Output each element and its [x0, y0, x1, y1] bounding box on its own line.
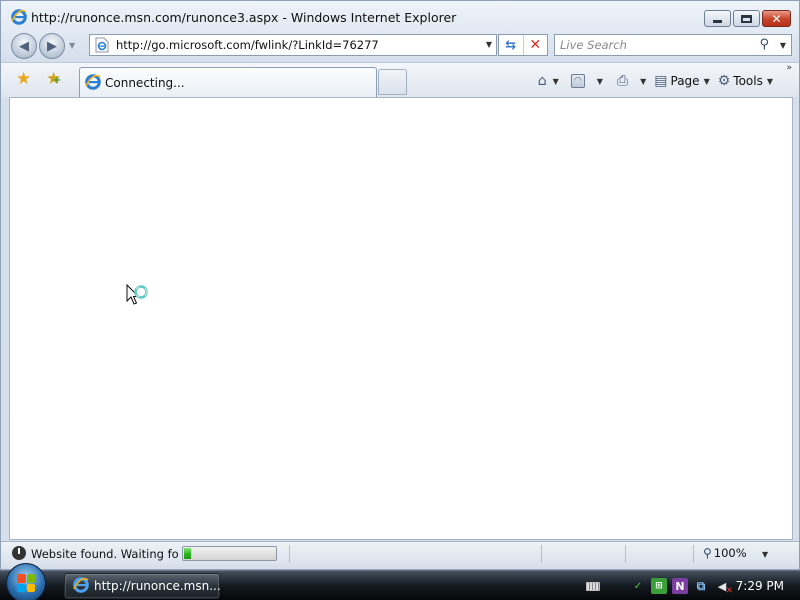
feeds-dropdown-icon[interactable]: ▼	[597, 77, 603, 86]
add-favorites-icon[interactable]: ★ +	[46, 71, 61, 88]
tab-label: Connecting...	[105, 76, 185, 90]
zoom-dropdown-icon[interactable]: ▼	[762, 550, 768, 559]
search-icon[interactable]: ⚲	[759, 37, 769, 52]
zoom-control[interactable]: ⚲ 100%	[703, 546, 747, 560]
volume-muted-icon[interactable]: ◀ ✕	[714, 578, 733, 597]
page-icon: ▤	[654, 73, 668, 89]
navigation-bar: ◀ ▶ ▼ ▼ ⇆ ✕ ⚲ ▼	[1, 32, 799, 60]
windows-update-icon[interactable]: ⊞	[651, 578, 667, 594]
refresh-icon[interactable]: ⇆	[499, 35, 524, 55]
stop-icon[interactable]: ✕	[524, 35, 548, 55]
ie-icon	[85, 73, 101, 93]
tab-connecting[interactable]: Connecting...	[79, 67, 377, 98]
zoom-level: 100%	[713, 546, 747, 560]
zoom-icon: ⚲	[703, 546, 712, 560]
page-favicon-icon	[94, 37, 110, 53]
forward-arrow-icon: ▶	[47, 38, 57, 54]
status-separator	[625, 545, 626, 563]
back-button[interactable]: ◀	[11, 33, 37, 59]
ie-icon	[73, 576, 89, 596]
clock-icon	[12, 546, 26, 560]
status-separator	[541, 545, 542, 563]
new-tab-button[interactable]	[378, 69, 407, 95]
taskbar: http://runonce.msn... ✓ ⊞ N ⧉ ◀ ✕ 7:29 PM	[0, 563, 800, 600]
page-dropdown-icon: ▼	[703, 76, 710, 86]
print-icon: ⎙	[616, 73, 629, 89]
progress-fill	[184, 548, 191, 559]
refresh-stop-group: ⇆ ✕	[498, 34, 548, 56]
window-title: http://runonce.msn.com/runonce3.aspx - W…	[31, 10, 457, 25]
close-button[interactable]: ✕	[762, 10, 791, 27]
onenote-icon[interactable]: N	[672, 578, 688, 594]
favorites-star-icon[interactable]: ★	[16, 71, 31, 88]
minimize-icon	[705, 11, 730, 26]
address-input[interactable]	[116, 38, 476, 52]
taskbar-clock[interactable]: 7:29 PM	[736, 579, 784, 593]
home-icon: ⌂	[537, 73, 547, 89]
forward-button[interactable]: ▶	[39, 33, 65, 59]
close-icon: ✕	[771, 11, 782, 26]
safety-check-icon[interactable]: ✓	[630, 578, 646, 594]
minimize-button[interactable]	[704, 10, 731, 27]
search-options-dropdown-icon[interactable]: ▼	[780, 41, 786, 50]
busy-cursor-icon	[126, 283, 152, 315]
maximize-button[interactable]	[733, 10, 760, 27]
status-separator	[693, 545, 694, 563]
home-dropdown-icon[interactable]: ▼	[553, 77, 559, 86]
tools-dropdown-icon: ▼	[766, 76, 773, 86]
page-content[interactable]	[9, 97, 793, 540]
print-dropdown-icon[interactable]: ▼	[640, 77, 646, 86]
status-bar: Website found. Waiting for reply... ⚲ 10…	[1, 541, 799, 565]
maximize-icon	[734, 11, 759, 26]
start-button[interactable]	[6, 563, 46, 600]
status-text: Website found. Waiting for reply...	[31, 547, 179, 561]
system-tray: ✓ ⊞ N ⧉ ◀ ✕	[586, 571, 735, 600]
gear-icon: ⚙	[717, 73, 731, 89]
search-input[interactable]	[560, 38, 750, 52]
home-button[interactable]: ⌂ ▼	[538, 73, 559, 89]
back-arrow-icon: ◀	[19, 38, 29, 54]
address-bar: ▼	[89, 34, 497, 56]
caption-buttons: ✕	[704, 10, 791, 27]
ie-icon	[11, 9, 27, 28]
windows-start-icon	[17, 574, 35, 592]
keyboard-icon[interactable]	[586, 581, 600, 591]
browser-window: http://runonce.msn.com/runonce3.aspx - W…	[0, 0, 800, 570]
search-box: ⚲ ▼	[554, 34, 792, 56]
recent-pages-dropdown[interactable]: ▼	[69, 41, 75, 50]
command-bar: ★ ★ + Connecting... ⌂ ▼ ◠ ▼ ⎙ ▼ ▤ Page ▼…	[1, 62, 799, 98]
page-menu-label: Page	[670, 74, 700, 88]
progress-bar	[182, 546, 277, 561]
title-bar: http://runonce.msn.com/runonce3.aspx - W…	[1, 1, 799, 33]
status-separator	[289, 545, 290, 563]
command-buttons: ⌂ ▼ ◠ ▼ ⎙ ▼ ▤ Page ▼ ⚙ Tools ▼	[530, 70, 773, 92]
more-commands-chevron-icon[interactable]: »	[786, 63, 791, 73]
taskbar-ie-window[interactable]: http://runonce.msn...	[64, 573, 221, 599]
tools-menu-label: Tools	[733, 74, 763, 88]
page-menu-button[interactable]: ▤ Page ▼	[654, 73, 709, 89]
feeds-icon: ◠	[570, 74, 585, 88]
feeds-button[interactable]: ◠ ▼	[570, 74, 603, 88]
address-dropdown-icon[interactable]: ▼	[486, 40, 492, 49]
print-button[interactable]: ⎙ ▼	[617, 73, 646, 89]
tools-menu-button[interactable]: ⚙ Tools ▼	[718, 73, 773, 89]
network-icon[interactable]: ⧉	[693, 578, 709, 594]
taskbar-item-label: http://runonce.msn...	[94, 579, 221, 593]
